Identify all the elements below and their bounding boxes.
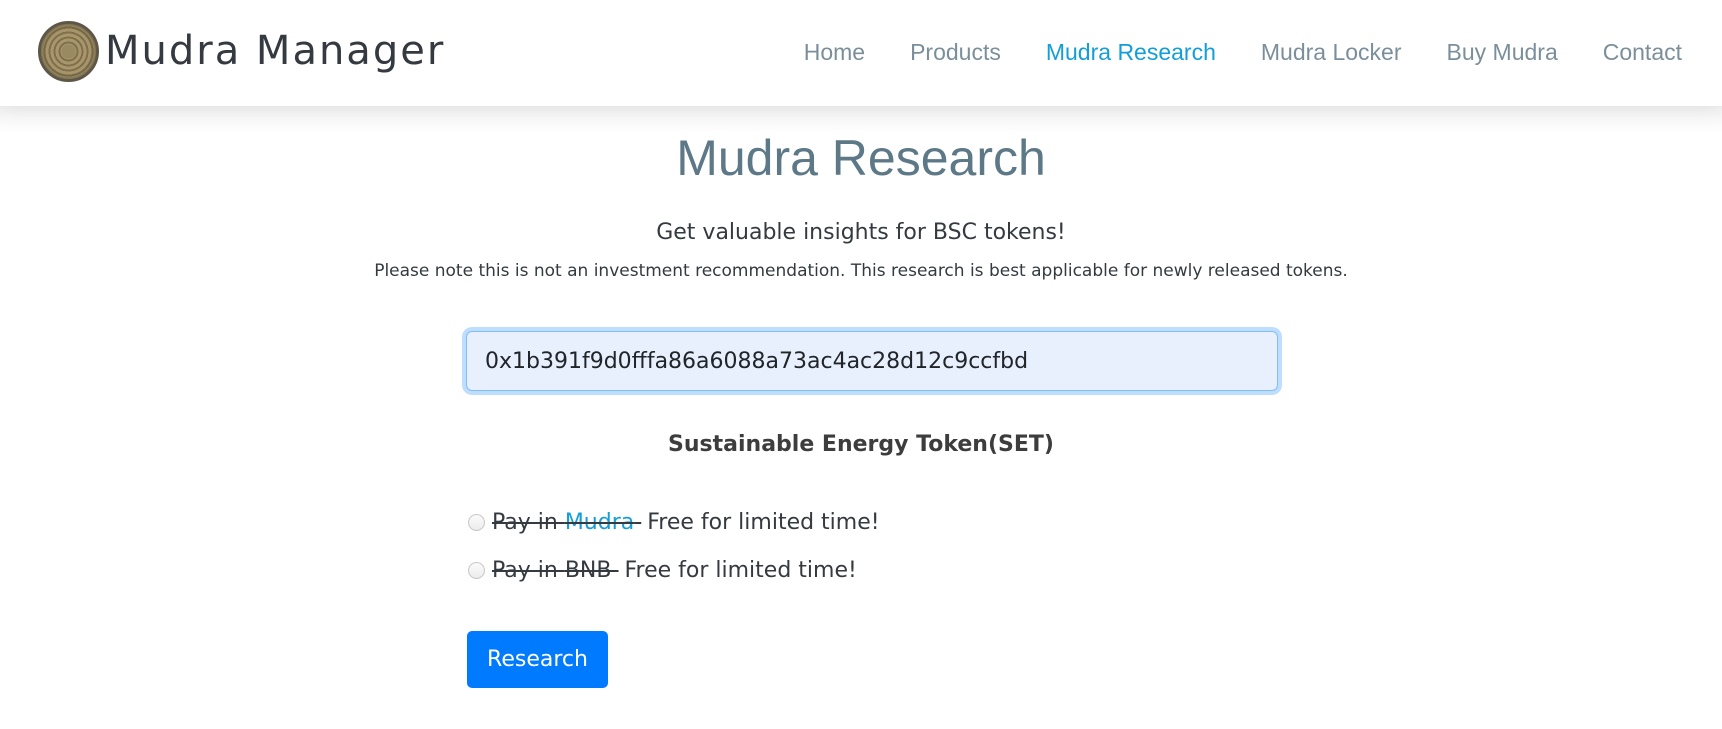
pay-in-bnb-option[interactable]: Pay in BNB Free for limited time! <box>466 558 857 583</box>
free-promo-text: Free for limited time! <box>647 510 880 535</box>
main-nav: Home Products Mudra Research Mudra Locke… <box>759 36 1682 68</box>
pay-in-mudra-radio[interactable] <box>468 514 485 531</box>
disclaimer-note: Please note this is not an investment re… <box>374 261 1348 281</box>
nav-contact[interactable]: Contact <box>1603 39 1682 65</box>
token-address-input[interactable] <box>466 331 1278 391</box>
pay-in-bnb-radio[interactable] <box>468 562 485 579</box>
token-name: Sustainable Energy Token(SET) <box>668 432 1054 457</box>
page-title: Mudra Research <box>676 130 1046 186</box>
mudra-link[interactable]: Mudra <box>565 510 634 535</box>
research-button[interactable]: Research <box>467 631 608 688</box>
navbar: Mudra Manager Home Products Mudra Resear… <box>0 0 1722 106</box>
subtitle: Get valuable insights for BSC tokens! <box>656 220 1066 245</box>
pay-prefix: Pay in <box>492 510 565 535</box>
nav-buy-mudra[interactable]: Buy Mudra <box>1447 39 1558 65</box>
pay-in-bnb-label: Pay in BNB <box>492 558 618 583</box>
nav-products[interactable]: Products <box>910 39 1001 65</box>
bnb-currency: BNB <box>564 558 612 583</box>
nav-mudra-locker[interactable]: Mudra Locker <box>1261 39 1402 65</box>
pay-in-mudra-option[interactable]: Pay in Mudra Free for limited time! <box>466 510 880 535</box>
pay-in-mudra-label: Pay in Mudra <box>492 510 641 535</box>
free-promo-text: Free for limited time! <box>624 558 857 583</box>
nav-mudra-research[interactable]: Mudra Research <box>1046 39 1216 65</box>
coin-logo-icon <box>38 20 99 82</box>
main-content: Mudra Research Get valuable insights for… <box>0 106 1722 729</box>
brand-name: Mudra Manager <box>105 28 446 74</box>
brand-home-link[interactable]: Mudra Manager <box>38 20 445 82</box>
nav-home[interactable]: Home <box>804 39 865 65</box>
pay-prefix: Pay in <box>492 558 565 583</box>
